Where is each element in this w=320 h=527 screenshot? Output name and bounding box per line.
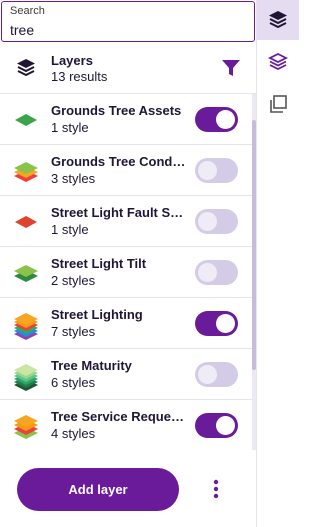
copy-rail-button[interactable] [257, 84, 299, 124]
layer-row[interactable]: Street Lighting 7 styles [0, 298, 252, 349]
layer-name: Tree Service Requests [51, 409, 187, 424]
layers-title: Layers [51, 53, 93, 68]
search-label: Search [10, 5, 45, 17]
toggle-knob [216, 416, 235, 435]
multi-style-stack-icon [14, 415, 38, 439]
layer-row[interactable]: Grounds Tree Conditi… 3 styles [0, 145, 252, 196]
green-stack-icon [14, 364, 38, 391]
layer-visibility-toggle[interactable] [195, 260, 238, 285]
layer-visibility-toggle[interactable] [195, 362, 238, 387]
layer-name: Grounds Tree Conditi… [51, 154, 187, 169]
layer-style-count: 7 styles [51, 324, 96, 339]
layer-name: Street Light Fault Sta… [51, 205, 187, 220]
layer-visibility-toggle[interactable] [195, 209, 238, 234]
toggle-knob [198, 161, 217, 180]
copy-icon [270, 95, 287, 113]
layer-visibility-toggle[interactable] [195, 413, 238, 438]
layer-row[interactable]: Street Light Tilt 2 styles [0, 247, 252, 298]
toggle-knob [216, 110, 235, 129]
layer-style-count: 2 styles [51, 273, 96, 288]
multi-style-stack-icon [14, 313, 38, 340]
add-layer-button[interactable]: Add layer [17, 468, 179, 511]
red-diamond-icon [15, 216, 37, 228]
search-input[interactable] [10, 21, 240, 39]
layers-icon [269, 11, 287, 29]
filter-icon[interactable] [220, 57, 242, 79]
green-stack-icon [14, 265, 38, 282]
toggle-knob [198, 212, 217, 231]
layer-name: Tree Maturity [51, 358, 132, 373]
layer-visibility-toggle[interactable] [195, 311, 238, 336]
multi-style-stack-icon [14, 162, 38, 182]
layers-outline-rail-button[interactable] [257, 42, 299, 82]
toggle-knob [198, 263, 217, 282]
layer-style-count: 1 style [51, 120, 89, 135]
toggle-knob [198, 365, 217, 384]
layers-header: Layers 13 results [0, 44, 256, 94]
layer-name: Street Light Tilt [51, 256, 147, 271]
layers-icon [17, 59, 35, 77]
layer-style-count: 4 styles [51, 426, 96, 441]
side-rail [256, 0, 299, 527]
layer-name: Street Lighting [51, 307, 143, 322]
layer-row[interactable]: Tree Service Requests 4 styles [0, 400, 252, 450]
search-field[interactable]: Search [1, 1, 255, 42]
more-options-icon[interactable] [206, 478, 226, 500]
layer-row[interactable]: Tree Maturity 6 styles [0, 349, 252, 400]
layer-style-count: 3 styles [51, 171, 96, 186]
results-count: 13 results [51, 69, 108, 84]
layer-style-count: 6 styles [51, 375, 96, 390]
layers-rail-button[interactable] [257, 0, 299, 40]
panel-footer: Add layer [0, 450, 256, 527]
layer-style-count: 1 style [51, 222, 89, 237]
layers-panel: Search Layers 13 results Grounds Tree As… [0, 0, 256, 527]
layer-row[interactable]: Grounds Tree Assets 1 style [0, 94, 252, 145]
layer-visibility-toggle[interactable] [195, 158, 238, 183]
layer-name: Grounds Tree Assets [51, 103, 182, 118]
green-diamond-icon [15, 114, 37, 126]
layers-outline-icon [267, 52, 289, 71]
layer-row[interactable]: Street Light Fault Sta… 1 style [0, 196, 252, 247]
layer-list: Grounds Tree Assets 1 style Grounds Tree… [0, 94, 256, 450]
layer-visibility-toggle[interactable] [195, 107, 238, 132]
toggle-knob [216, 314, 235, 333]
